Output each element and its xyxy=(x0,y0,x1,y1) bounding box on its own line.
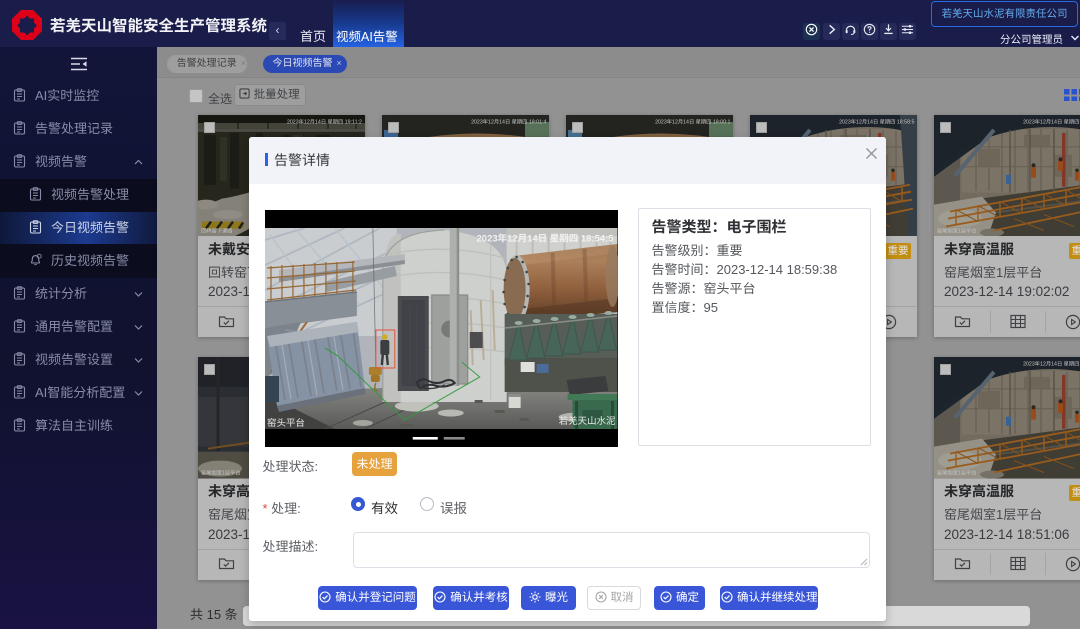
svg-text:窑头平台: 窑头平台 xyxy=(267,417,305,428)
svg-text:2023年12月14日 星期四 18:54:5: 2023年12月14日 星期四 18:54:5 xyxy=(477,232,615,244)
svg-text:若羌天山水泥: 若羌天山水泥 xyxy=(559,415,616,426)
